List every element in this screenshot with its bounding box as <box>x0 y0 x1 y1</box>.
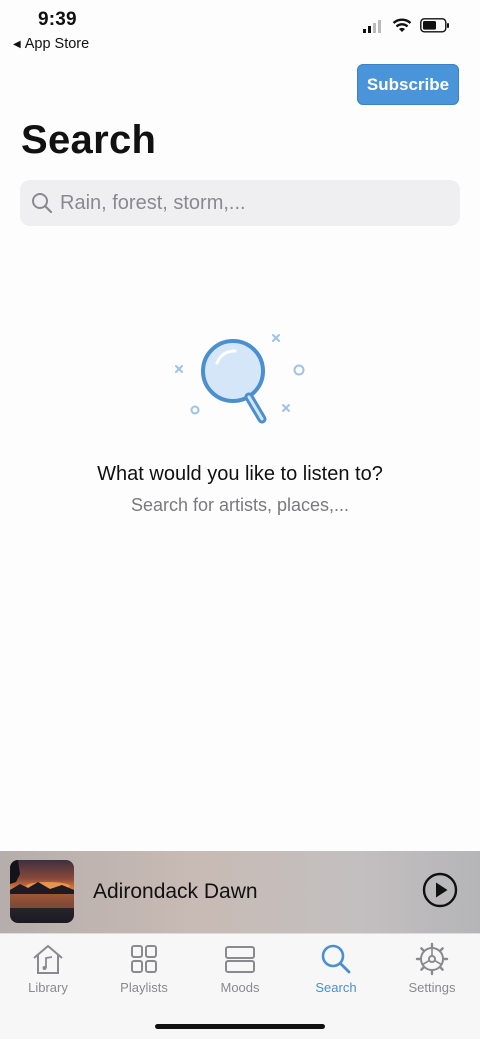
page-title: Search <box>21 118 157 162</box>
stack-icon <box>225 946 255 973</box>
empty-state-title: What would you like to listen to? <box>97 463 383 485</box>
tab-library[interactable]: Library <box>0 942 96 995</box>
home-note-icon <box>33 945 63 974</box>
back-to-app-store[interactable]: ◀ App Store <box>13 36 89 52</box>
back-app-label: App Store <box>24 36 90 52</box>
tab-playlists[interactable]: Playlists <box>96 942 192 995</box>
status-icons <box>362 18 450 33</box>
status-time: 9:39 <box>38 9 77 30</box>
battery-icon <box>420 18 449 33</box>
tab-label-playlists: Playlists <box>120 980 168 995</box>
home-indicator[interactable] <box>155 1024 325 1029</box>
status-bar: 9:39 ◀ App Store <box>0 0 480 58</box>
tab-label-library: Library <box>28 980 68 995</box>
search-icon <box>321 944 351 974</box>
play-button[interactable] <box>422 872 458 908</box>
cellular-signal-icon <box>363 19 381 33</box>
magnifier-illustration-icon <box>175 334 305 424</box>
track-artwork <box>10 860 74 923</box>
tab-search[interactable]: Search <box>288 942 384 995</box>
track-title: Adirondack Dawn <box>93 880 258 903</box>
tab-settings[interactable]: Settings <box>384 942 480 995</box>
search-input[interactable] <box>60 191 440 215</box>
search-bar[interactable] <box>20 180 460 226</box>
empty-state-subtitle: Search for artists, places,... <box>130 495 350 515</box>
grid-icon <box>131 945 157 973</box>
wifi-icon <box>392 18 412 32</box>
tab-label-settings: Settings <box>408 980 456 995</box>
tab-label-search: Search <box>315 980 357 995</box>
now-playing-bar[interactable]: Adirondack Dawn <box>0 851 480 933</box>
gear-icon <box>415 942 449 976</box>
search-icon <box>32 193 53 214</box>
back-triangle-icon: ◀ <box>13 38 21 50</box>
tab-bar: Library Playlists Moods Search Settings <box>0 933 480 1039</box>
tab-moods[interactable]: Moods <box>192 942 288 995</box>
subscribe-button[interactable]: Subscribe <box>357 64 459 105</box>
tab-label-moods: Moods <box>220 980 260 995</box>
